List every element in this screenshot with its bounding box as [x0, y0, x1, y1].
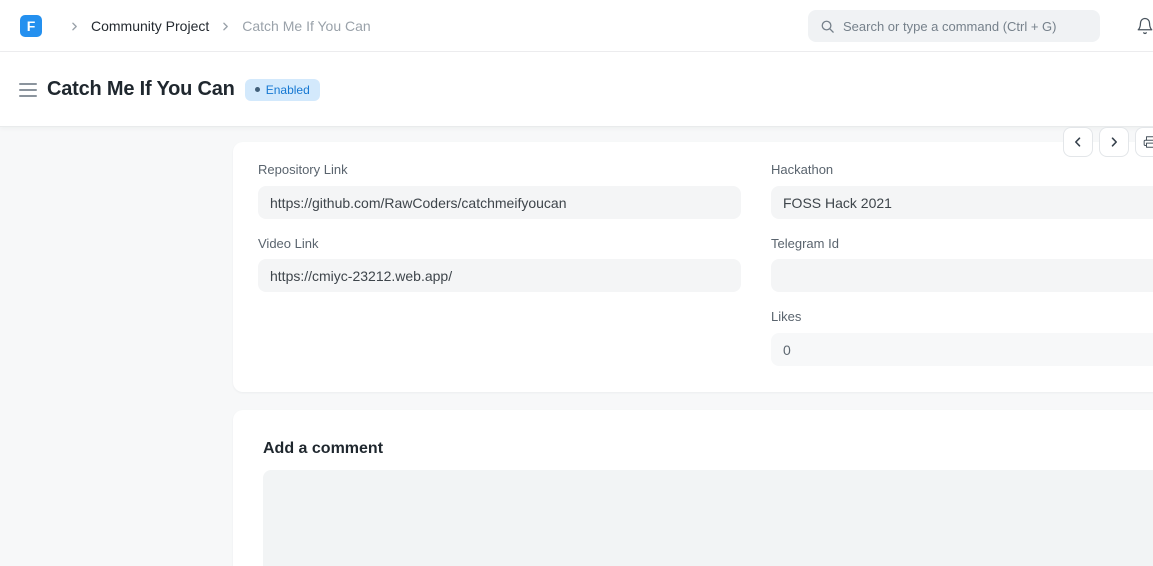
chevron-left-icon [1072, 136, 1084, 148]
likes-label: Likes [771, 310, 801, 324]
chevron-right-icon [221, 22, 230, 31]
bell-icon [1136, 17, 1153, 35]
search-input[interactable] [843, 19, 1088, 34]
sidebar-toggle-button[interactable] [19, 82, 37, 98]
frappe-logo-letter: F [27, 18, 36, 34]
page-header: Catch Me If You Can Enabled [0, 52, 1153, 127]
hackathon-input[interactable] [771, 186, 1153, 219]
next-document-button[interactable] [1099, 127, 1129, 157]
frappe-logo[interactable]: F [20, 15, 42, 37]
telegram-id-label: Telegram Id [771, 237, 839, 251]
previous-document-button[interactable] [1063, 127, 1093, 157]
comment-input[interactable] [263, 470, 1153, 566]
menu-icon [19, 89, 37, 91]
add-comment-heading: Add a comment [263, 440, 383, 458]
comments-section-card: Add a comment [233, 410, 1153, 566]
status-dot-icon [255, 87, 260, 92]
printer-icon [1143, 135, 1153, 149]
chevron-right-icon [70, 22, 79, 31]
document-body: Repository Link Hackathon Video Link Tel… [0, 127, 1153, 566]
likes-input[interactable] [771, 333, 1153, 366]
hackathon-label: Hackathon [771, 163, 833, 177]
page-title: Catch Me If You Can [47, 78, 235, 101]
repository-link-input[interactable] [258, 186, 741, 219]
status-badge: Enabled [245, 79, 320, 101]
status-badge-label: Enabled [266, 83, 310, 97]
telegram-id-input[interactable] [771, 259, 1153, 292]
search-bar [808, 10, 1100, 42]
breadcrumb: F Community Project Catch Me If You Can [20, 0, 371, 52]
menu-icon [19, 95, 37, 97]
menu-icon [19, 83, 37, 85]
chevron-right-icon [1108, 136, 1120, 148]
notifications-button[interactable] [1134, 12, 1153, 40]
form-section-card: Repository Link Hackathon Video Link Tel… [233, 142, 1153, 392]
search-icon [820, 19, 835, 34]
repository-link-label: Repository Link [258, 163, 348, 177]
breadcrumb-parent-link[interactable]: Community Project [91, 18, 209, 34]
print-button[interactable] [1135, 127, 1153, 157]
breadcrumb-current: Catch Me If You Can [242, 18, 370, 34]
app-window: F Community Project Catch Me If You Can [0, 0, 1153, 566]
video-link-label: Video Link [258, 237, 318, 251]
top-navbar: F Community Project Catch Me If You Can [0, 0, 1153, 52]
video-link-input[interactable] [258, 259, 741, 292]
